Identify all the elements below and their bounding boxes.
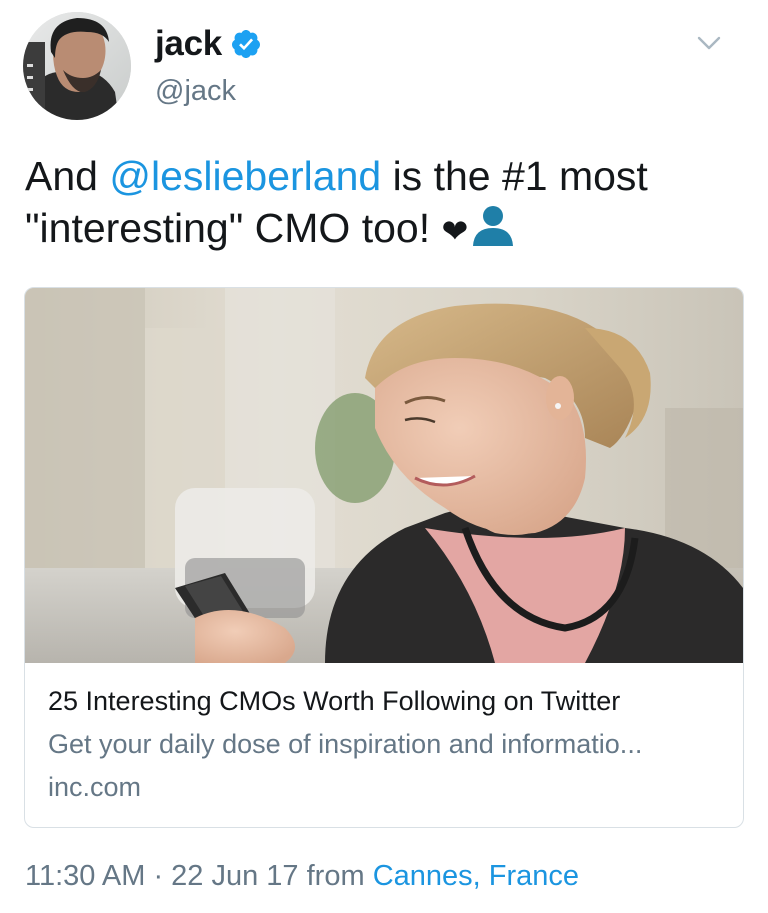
tweet-text-start: And xyxy=(25,153,110,199)
display-name[interactable]: jack xyxy=(155,24,222,64)
tweet-text: And @leslieberland is the #1 most "inter… xyxy=(25,150,745,257)
card-body: 25 Interesting CMOs Worth Following on T… xyxy=(48,684,728,804)
place-link[interactable]: Cannes, France xyxy=(373,860,579,892)
card-title: 25 Interesting CMOs Worth Following on T… xyxy=(48,686,621,716)
avatar-photo xyxy=(23,12,131,120)
display-name-row: jack xyxy=(155,22,262,66)
mention-link[interactable]: @leslieberland xyxy=(109,153,381,199)
verified-badge-icon xyxy=(230,28,262,60)
author-names: jack @jack xyxy=(155,22,262,108)
card-description: Get your daily dose of inspiration and i… xyxy=(48,729,643,759)
tweet-meta: 11:30 AM · 22 Jun 17 from Cannes, France xyxy=(25,860,579,893)
tweet-header: jack @jack xyxy=(0,0,768,130)
chevron-down-icon[interactable] xyxy=(696,30,722,56)
link-card[interactable]: 25 Interesting CMOs Worth Following on T… xyxy=(24,287,744,828)
bust-in-silhouette-icon xyxy=(470,202,516,248)
card-image[interactable] xyxy=(25,288,743,663)
author-handle[interactable]: @jack xyxy=(155,75,262,108)
tweet-date[interactable]: 22 Jun 17 xyxy=(171,860,298,892)
tweet-time[interactable]: 11:30 AM xyxy=(25,860,145,892)
meta-separator: · xyxy=(145,860,172,892)
heart-emoji: ❤ xyxy=(441,213,469,249)
card-photo xyxy=(25,288,743,663)
from-label: from xyxy=(298,860,373,892)
card-domain: inc.com xyxy=(48,772,142,802)
avatar[interactable] xyxy=(23,12,131,120)
